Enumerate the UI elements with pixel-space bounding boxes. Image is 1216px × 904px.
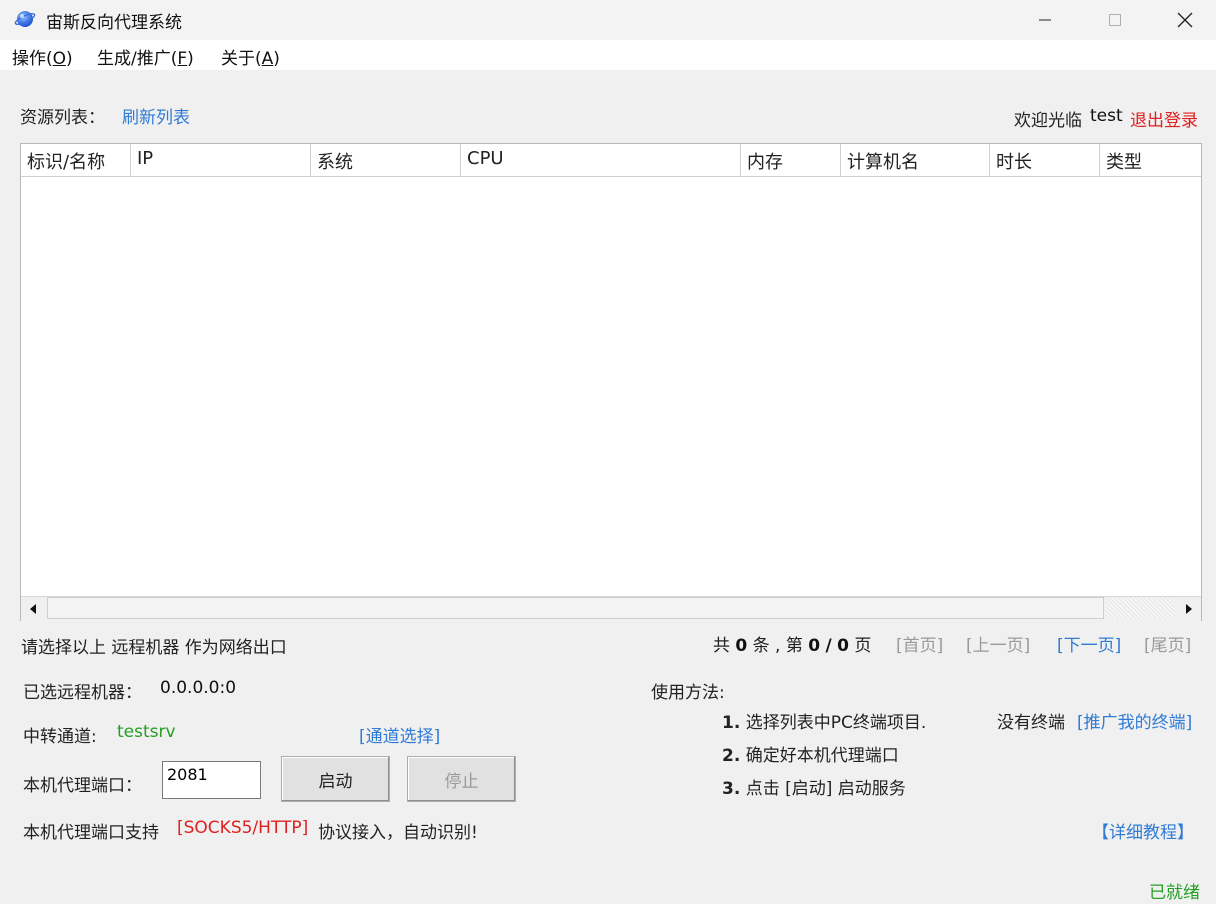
maximize-icon (1109, 14, 1121, 26)
usage-step-3: 3. 点击 [启动] 启动服务 (722, 774, 906, 799)
column-header-duration[interactable]: 时长 (990, 144, 1100, 177)
menu-generate-mnemonic: F (177, 49, 188, 69)
scroll-left-button[interactable] (21, 598, 45, 620)
column-header-ip[interactable]: IP (131, 144, 311, 177)
pagination-summary: 共 0 条 , 第 0 / 0 页 (713, 631, 871, 656)
menu-generate[interactable]: 生成/推广(F) (97, 44, 194, 69)
first-page-link[interactable]: [首页] (896, 631, 943, 656)
relay-channel-value: testsrv (117, 722, 176, 742)
menu-generate-label: 生成/推广( (97, 49, 178, 69)
usage-step-2: 2. 确定好本机代理端口 (722, 741, 899, 766)
support-text-suffix: 协议接入，自动识别! (318, 823, 478, 843)
usage-step-3-text: 点击 [启动] 启动服务 (745, 779, 906, 799)
pagination-current: 0 (808, 636, 821, 656)
pagination-total-prefix: 共 (713, 636, 730, 656)
pagination-total: 0 (735, 636, 748, 656)
column-header-type[interactable]: 类型 (1100, 144, 1201, 177)
stop-button[interactable]: 停止 (407, 756, 516, 802)
pagination-pages-suffix: 页 (854, 636, 872, 656)
support-text-prefix: 本机代理端口支持 (23, 823, 159, 843)
column-header-hostname[interactable]: 计算机名 (841, 144, 990, 177)
usage-step-2-num: 2. (722, 746, 741, 766)
menu-operate-label: 操作( (12, 49, 53, 69)
arrow-right-icon (1186, 604, 1192, 614)
last-page-link[interactable]: [尾页] (1144, 631, 1191, 656)
scrollbar-track[interactable] (1105, 597, 1175, 619)
menu-about-label: 关于( (221, 49, 262, 69)
table-header: 标识/名称 IP 系统 CPU 内存 计算机名 时长 类型 (21, 144, 1201, 178)
menu-generate-suffix: ) (187, 49, 194, 69)
usage-step-1-num: 1. (722, 713, 741, 733)
menu-about-suffix: ) (273, 49, 280, 69)
tutorial-link[interactable]: 【详细教程】 (1092, 818, 1194, 843)
resource-list-label: 资源列表： (20, 108, 105, 128)
refresh-list-link[interactable]: 刷新列表 (122, 103, 190, 128)
selected-machine-value: 0.0.0.0:0 (160, 678, 237, 698)
pagination-total-suffix: 条 , 第 (752, 636, 803, 656)
start-button[interactable]: 启动 (281, 756, 390, 802)
scrollbar-thumb[interactable] (47, 597, 1104, 619)
column-header-memory[interactable]: 内存 (741, 144, 841, 177)
proxy-port-label: 本机代理端口： (23, 776, 142, 796)
selected-machine-label: 已选远程机器： (23, 683, 142, 703)
close-icon (1177, 12, 1193, 28)
usage-step-3-num: 3. (722, 779, 741, 799)
proxy-port-input[interactable] (162, 761, 261, 799)
promote-terminal-link[interactable]: [推广我的终端] (1077, 708, 1192, 733)
no-terminal-text: 没有终端 (997, 713, 1065, 733)
usage-title: 使用方法: (651, 683, 725, 703)
minimize-button[interactable] (1010, 0, 1080, 40)
support-protocols: [SOCKS5/HTTP] (177, 818, 309, 838)
username: test (1090, 106, 1123, 126)
arrow-left-icon (30, 604, 36, 614)
usage-step-1-text: 选择列表中PC终端项目. (745, 713, 927, 733)
channel-select-link[interactable]: [通道选择] (359, 722, 440, 747)
usage-step-2-text: 确定好本机代理端口 (745, 746, 899, 766)
menu-operate[interactable]: 操作(O) (12, 44, 73, 69)
status-text: 已就绪 (1149, 883, 1200, 903)
next-page-link[interactable]: [下一页] (1057, 631, 1121, 656)
relay-channel-label: 中转通道: (23, 727, 97, 747)
menu-operate-mnemonic: O (52, 49, 67, 69)
selection-hint: 请选择以上 远程机器 作为网络出口 (21, 638, 287, 658)
column-header-name[interactable]: 标识/名称 (21, 144, 131, 177)
close-button[interactable] (1150, 0, 1216, 40)
logout-link[interactable]: 退出登录 (1130, 106, 1198, 131)
minimize-icon (1039, 19, 1051, 21)
pagination-sep: / (825, 636, 832, 656)
menu-about-mnemonic: A (261, 49, 274, 69)
menu-about[interactable]: 关于(A) (221, 44, 280, 69)
column-header-os[interactable]: 系统 (311, 144, 461, 177)
prev-page-link[interactable]: [上一页] (966, 631, 1030, 656)
globe-icon (14, 8, 36, 30)
maximize-button[interactable] (1080, 0, 1150, 40)
window-title: 宙斯反向代理系统 (46, 13, 182, 33)
column-header-cpu[interactable]: CPU (461, 144, 741, 177)
resource-table[interactable] (20, 143, 1202, 621)
pagination-pages: 0 (837, 636, 849, 656)
menu-operate-suffix: ) (66, 49, 73, 69)
scroll-right-button[interactable] (1177, 598, 1201, 620)
welcome-text: 欢迎光临 (1014, 111, 1082, 131)
usage-step-1: 1. 选择列表中PC终端项目. (722, 708, 926, 733)
